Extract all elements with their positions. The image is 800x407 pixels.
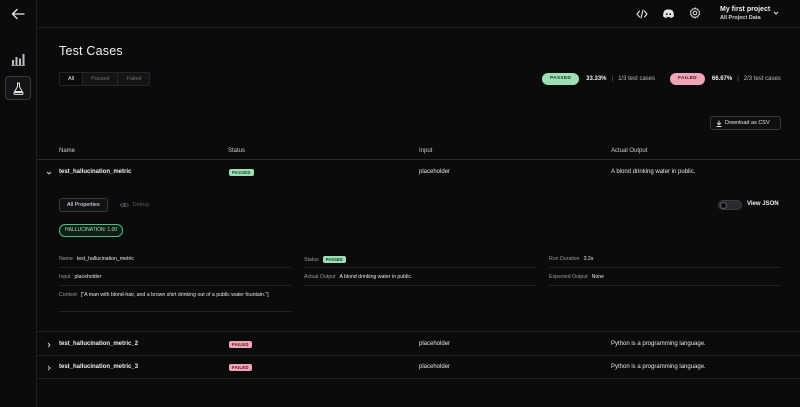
field-input: Input placeholder — [59, 274, 102, 280]
project-title: My first project — [720, 6, 771, 13]
input-cell: placeholder — [419, 341, 451, 347]
back-arrow-icon[interactable] — [11, 8, 25, 20]
top-bar — [37, 0, 800, 28]
filter-all[interactable]: All — [60, 73, 84, 85]
tab-debug[interactable]: Debug — [119, 202, 149, 208]
app-root: My first project All Project Data Test C… — [0, 0, 800, 407]
chevron-down-icon[interactable] — [46, 170, 52, 176]
table-row[interactable]: test_hallucination_metric_2 FAILED place… — [37, 333, 800, 356]
output-cell: Python is a programming language. — [611, 341, 706, 347]
passed-pill: PASSED — [542, 73, 580, 85]
output-cell: Python is a programming language. — [611, 364, 706, 370]
download-icon — [716, 120, 722, 127]
col-name: Name — [59, 148, 76, 154]
chevron-right-icon[interactable] — [46, 365, 52, 371]
project-selector[interactable]: My first project All Project Data — [720, 5, 790, 22]
field-run-duration: Run Duration 3.2s — [549, 256, 594, 262]
field-actual-output: Actual Output A blond drinking water in p… — [304, 274, 413, 280]
col-status: Status — [228, 148, 246, 154]
test-name: test_hallucination_metric_2 — [59, 341, 139, 347]
eye-icon — [119, 202, 129, 208]
status-filter: All Passed Failed — [59, 72, 151, 86]
analytics-icon[interactable] — [11, 52, 25, 66]
chevron-down-icon[interactable] — [773, 10, 779, 16]
passed-summary: PASSED 33.33% | 1/3 test cases — [542, 72, 655, 86]
status-badge: FAILED — [229, 364, 252, 371]
col-input: Input — [419, 148, 433, 154]
output-cell: A blond drinking water in public. — [611, 169, 696, 175]
side-rail — [0, 0, 37, 407]
separator: | — [737, 76, 739, 82]
detail-tabs: All Properties Debug — [59, 198, 149, 212]
input-cell: placeholder — [419, 364, 451, 370]
filter-failed[interactable]: Failed — [118, 73, 149, 85]
test-name: test_hallucination_metric_3 — [59, 364, 139, 370]
chevron-right-icon[interactable] — [46, 342, 52, 348]
failed-percentage: 66.67% — [711, 76, 733, 82]
table-row[interactable]: test_hallucination_metric_3 FAILED place… — [37, 356, 800, 379]
field-name: Name test_hallucination_metric — [59, 256, 134, 262]
metric-score-chip: HALLUCINATION: 1.00 — [59, 224, 124, 237]
code-icon[interactable] — [636, 8, 648, 20]
input-cell: placeholder — [419, 169, 451, 175]
passed-count: 1/3 test cases — [618, 76, 656, 82]
flask-icon — [13, 82, 24, 95]
view-json-label: View JSON — [747, 201, 779, 207]
field-context: Context ["A man with blond-hair, and a br… — [59, 292, 269, 298]
filter-passed[interactable]: Passed — [83, 73, 119, 85]
failed-summary: FAILED 66.67% | 2/3 test cases — [670, 72, 781, 86]
download-csv-button[interactable]: Download as CSV — [710, 116, 781, 130]
passed-percentage: 33.33% — [586, 76, 607, 82]
tab-debug-label: Debug — [132, 202, 149, 208]
settings-gear-icon[interactable] — [689, 7, 701, 19]
discord-icon[interactable] — [662, 8, 675, 20]
field-expected-output: Expected Output None — [549, 274, 605, 280]
separator: | — [611, 76, 614, 82]
failed-pill: FAILED — [670, 73, 705, 85]
test-name: test_hallucination_metric — [59, 169, 132, 175]
tab-all-properties[interactable]: All Properties — [59, 198, 108, 212]
table-row[interactable]: test_hallucination_metric PASSED placeho… — [37, 161, 800, 332]
failed-count: 2/3 test cases — [743, 76, 781, 82]
field-status: Status PASSED — [304, 256, 346, 263]
status-badge: PASSED — [229, 169, 254, 176]
test-cases-nav-button[interactable] — [5, 76, 31, 100]
col-actual-output: Actual Output — [611, 148, 648, 154]
project-scope: All Project Data — [720, 15, 761, 21]
status-badge: PASSED — [322, 256, 346, 263]
status-badge: FAILED — [229, 341, 252, 348]
page-title: Test Cases — [59, 44, 123, 58]
table-header: Name Status Input Actual Output — [37, 143, 800, 160]
download-label: Download as CSV — [725, 120, 770, 126]
view-json-toggle[interactable] — [718, 200, 742, 210]
